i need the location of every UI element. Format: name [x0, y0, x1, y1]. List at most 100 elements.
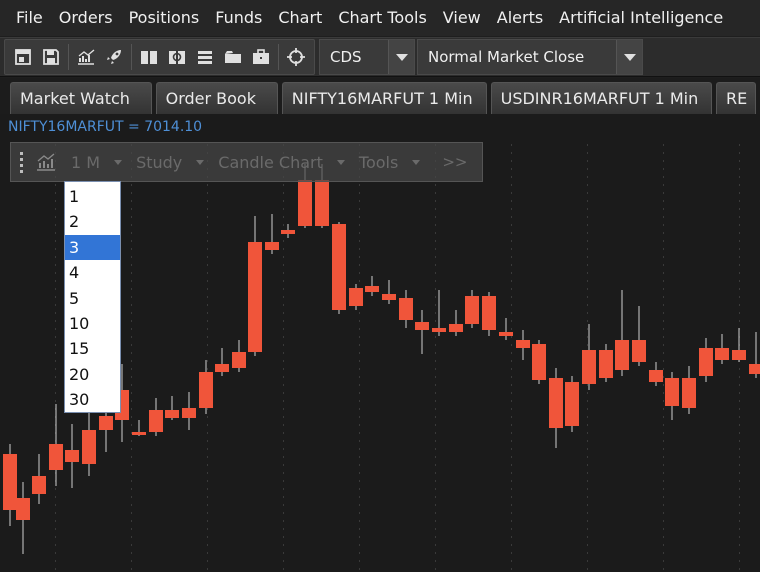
book-button[interactable] [135, 42, 163, 72]
grid-dot [663, 424, 664, 426]
save-button[interactable] [37, 42, 65, 72]
chart-type-dropdown-button[interactable]: Candle Chart [208, 153, 349, 172]
grid-dot [663, 504, 664, 506]
new-window-button[interactable] [9, 42, 37, 72]
grid-dot [131, 312, 132, 314]
grid-dot [207, 296, 208, 298]
interval-option-1[interactable]: 1 [65, 184, 120, 209]
candle-body [281, 230, 295, 234]
grid-dot [131, 384, 132, 386]
drag-handle-icon[interactable] [11, 142, 31, 182]
stack-button[interactable] [191, 42, 219, 72]
grid-dot [55, 392, 56, 394]
grid-dot [511, 352, 512, 354]
grid-dot [587, 144, 588, 146]
book-refresh-button[interactable] [163, 42, 191, 72]
briefcase-button[interactable] [247, 42, 275, 72]
grid-dot [359, 488, 360, 490]
grid-dot [55, 488, 56, 490]
menu-chart-tools[interactable]: Chart Tools [330, 0, 434, 36]
grid-dot [587, 240, 588, 242]
candle-body [415, 322, 429, 330]
study-dropdown-button[interactable]: Study [126, 153, 208, 172]
grid-dot [511, 384, 512, 386]
chevron-down-icon[interactable] [388, 40, 414, 74]
menu-file[interactable]: File [0, 0, 51, 36]
grid-dot [663, 168, 664, 170]
menu-positions[interactable]: Positions [121, 0, 208, 36]
tab-market-watch[interactable]: Market Watch [10, 82, 152, 114]
tab-order-book[interactable]: Order Book [155, 82, 278, 114]
grid-dot [587, 496, 588, 498]
interval-option-5[interactable]: 5 [65, 286, 120, 311]
grid-dot [511, 464, 512, 466]
grid-dot [739, 256, 740, 258]
grid-dot [739, 288, 740, 290]
interval-option-4[interactable]: 4 [65, 260, 120, 285]
grid-dot [663, 560, 664, 562]
grid-dot [739, 504, 740, 506]
grid-dot [739, 512, 740, 514]
tab-usdinr-chart[interactable]: USDINR16MARFUT 1 Min [490, 82, 712, 114]
rocket-button[interactable] [100, 42, 128, 72]
caret-down-icon [196, 159, 205, 165]
grid-dot [283, 560, 284, 562]
crosshair-button[interactable] [282, 42, 310, 72]
chevron-down-icon[interactable] [616, 40, 642, 74]
grid-dot [207, 440, 208, 442]
grid-dot [739, 528, 740, 530]
grid-dot [435, 184, 436, 186]
grid-dot [663, 272, 664, 274]
grid-dot [435, 568, 436, 570]
tools-dropdown-button[interactable]: Tools [349, 153, 424, 172]
grid-dot [359, 336, 360, 338]
grid-dot [587, 560, 588, 562]
grid-dot [587, 184, 588, 186]
interval-option-20[interactable]: 20 [65, 362, 120, 387]
caret-down-icon [336, 159, 345, 165]
grid-dot [55, 568, 56, 570]
interval-option-10[interactable]: 10 [65, 311, 120, 336]
menu-view[interactable]: View [435, 0, 489, 36]
grid-dot [435, 376, 436, 378]
grid-dot [283, 264, 284, 266]
grid-dot [739, 384, 740, 386]
grid-dot [511, 392, 512, 394]
market-mode-select[interactable]: Normal Market Close [417, 39, 643, 75]
grid-dot [511, 312, 512, 314]
interval-dropdown-button[interactable]: 1 M [61, 153, 126, 172]
grid-dot [283, 480, 284, 482]
tab-nifty-chart[interactable]: NIFTY16MARFUT 1 Min [281, 82, 487, 114]
grid-dot [131, 544, 132, 546]
grid-dot [587, 488, 588, 490]
interval-option-3[interactable]: 3 [65, 234, 120, 261]
more-button[interactable]: >> [424, 153, 467, 171]
grid-dot [359, 400, 360, 402]
menu-alerts[interactable]: Alerts [489, 0, 551, 36]
grid-dot [283, 256, 284, 258]
interval-option-15[interactable]: 15 [65, 336, 120, 361]
folder-button[interactable] [219, 42, 247, 72]
interval-option-30[interactable]: 30 [65, 387, 120, 412]
exchange-select[interactable]: CDS [319, 39, 415, 75]
grid-dot [511, 296, 512, 298]
chart-button[interactable] [72, 42, 100, 72]
tab-partial[interactable]: RE [716, 82, 756, 114]
grid-dot [359, 240, 360, 242]
menu-artificial-intelligence[interactable]: Artificial Intelligence [551, 0, 731, 36]
grid-dot [207, 416, 208, 418]
interval-option-2[interactable]: 2 [65, 209, 120, 234]
grid-dot [359, 272, 360, 274]
menu-funds[interactable]: Funds [207, 0, 270, 36]
grid-dot [739, 392, 740, 394]
grid-dot [207, 360, 208, 362]
grid-dot [131, 504, 132, 506]
menu-chart[interactable]: Chart [270, 0, 330, 36]
chart-settings-button[interactable] [31, 142, 61, 182]
menu-orders[interactable]: Orders [51, 0, 121, 36]
grid-dot [359, 472, 360, 474]
grid-dot [207, 232, 208, 234]
grid-dot [663, 176, 664, 178]
grid-dot [359, 248, 360, 250]
grid-dot [739, 440, 740, 442]
